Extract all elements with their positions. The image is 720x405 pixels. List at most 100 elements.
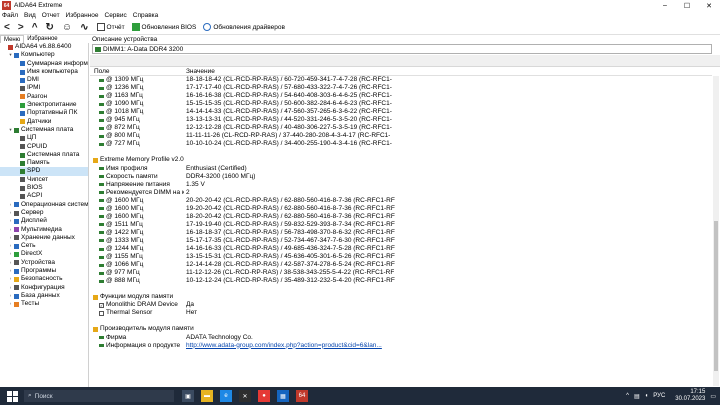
table-row[interactable]: Скорость памяти DDR4-3200 (1600 МГц) [90,173,712,181]
table-row[interactable]: Информация о продукте http://www.adata-gr… [90,342,712,350]
bios-update-button[interactable]: Обновления BIOS [131,23,196,31]
table-row[interactable]: @ 727 МГц 10-10-10-24 (CL-RCD-RP-RAS) / 3… [90,140,712,148]
menu-item-service[interactable]: Сервис [105,12,127,19]
table-row[interactable]: @ 977 МГц 11-12-12-26 (CL-RCD-RP-RAS) / 3… [90,269,712,277]
table-row[interactable]: @ 945 МГц 13-13-13-31 (CL-RCD-RP-RAS) / 4… [90,116,712,124]
tree-item[interactable]: Датчики [0,118,88,126]
menu-item-report[interactable]: Отчет [42,12,60,19]
tree-item[interactable]: Системная плата [0,151,88,159]
tree-item[interactable]: › Тесты [0,300,88,308]
windows-start-icon[interactable] [7,390,18,402]
table-row[interactable]: @ 1090 МГц 15-15-15-35 (CL-RCD-RP-RAS) / … [90,100,712,108]
table-row[interactable]: @ 1163 МГц 16-16-16-38 (CL-RCD-RP-RAS) / … [90,92,712,100]
table-row[interactable]: @ 1018 МГц 14-14-14-33 (CL-RCD-RP-RAS) / … [90,108,712,116]
tree-item[interactable]: Разгон [0,93,88,101]
task-view-icon[interactable]: ▣ [182,390,194,402]
tree-item[interactable]: › Программы [0,267,88,275]
chevron-right-icon[interactable]: › [8,201,13,209]
report-button[interactable]: Отчёт [96,23,125,31]
menu-item-help[interactable]: Справка [133,12,159,19]
table-row[interactable]: Рекомендуется DIMM на ка...2 [90,189,712,197]
tree-item[interactable]: › Устройства [0,259,88,267]
chevron-right-icon[interactable]: › [8,234,13,242]
tree-item[interactable]: BIOS [0,184,88,192]
table-row[interactable]: Напряжение питания 1.35 V [90,181,712,189]
table-row[interactable]: @ 1600 МГц 20-20-20-42 (CL-RCD-RP-RAS) / … [90,197,712,205]
tree-item[interactable]: › Мультимедиа [0,226,88,234]
chevron-right-icon[interactable]: › [8,275,13,283]
table-row[interactable]: @ 1333 МГц 15-17-17-35 (CL-RCD-RP-RAS) / … [90,237,712,245]
tab-menu[interactable]: Меню [0,35,25,43]
chevron-right-icon[interactable]: › [8,284,13,292]
menu-item-favorites[interactable]: Избранное [66,12,99,19]
chevron-right-icon[interactable]: › [8,267,13,275]
tree-item[interactable]: › DirectX [0,250,88,258]
tree-item[interactable]: › База данных [0,292,88,300]
tree-item[interactable]: › Дисплей [0,217,88,225]
splitter[interactable] [90,55,720,67]
table-row[interactable]: @ 1600 МГц 18-20-20-42 (CL-RCD-RP-RAS) / … [90,213,712,221]
tree-item[interactable]: › Конфигурация [0,284,88,292]
chevron-up-icon[interactable]: ^ [626,393,629,399]
table-row[interactable]: @ 800 МГц 11-11-11-26 (CL-RCD-RP-RAS) / 3… [90,132,712,140]
table-row[interactable]: @ 1244 МГц 14-16-16-33 (CL-RCD-RP-RAS) / … [90,245,712,253]
table-row[interactable]: @ 872 МГц 12-12-12-28 (CL-RCD-RP-RAS) / 4… [90,124,712,132]
menu-item-file[interactable]: Файл [2,12,18,19]
browser-icon[interactable]: ● [258,390,270,402]
tree-item[interactable]: › Сервер [0,209,88,217]
section-header[interactable]: Функции модуля памяти [90,293,712,301]
table-row[interactable]: @ 1422 МГц 16-18-18-37 (CL-RCD-RP-RAS) / … [90,229,712,237]
user-icon[interactable]: ☺ [62,22,72,33]
tree-item[interactable]: › Операционная система [0,201,88,209]
table-row[interactable]: Имя профиля Enthusiast (Certified) [90,165,712,173]
tree-item[interactable]: SPD [0,167,88,176]
language-indicator[interactable]: РУС [653,393,665,399]
network-icon[interactable]: ▤ [634,393,640,400]
up-icon[interactable]: ^ [32,22,38,33]
tree-item[interactable]: ЦП [0,134,88,142]
driver-update-button[interactable]: Обновления драйверов [203,23,285,31]
clock[interactable]: 17:15 30.07.2023 [670,389,705,403]
minimize-button[interactable]: – [654,0,676,11]
chevron-down-icon[interactable]: ▾ [8,126,13,134]
maximize-button[interactable]: ☐ [676,0,698,11]
table-row[interactable]: @ 1236 МГц 17-17-17-40 (CL-RCD-RP-RAS) / … [90,84,712,92]
xbox-icon[interactable]: ✕ [239,390,251,402]
chevron-right-icon[interactable]: › [8,226,13,234]
tree-item[interactable]: › Хранение данных [0,234,88,242]
table-row[interactable]: @ 1155 МГц 13-15-15-31 (CL-RCD-RP-RAS) / … [90,253,712,261]
tree-item[interactable]: IPMI [0,84,88,92]
chevron-right-icon[interactable]: › [8,242,13,250]
column-value[interactable]: Значение [184,68,215,75]
chevron-right-icon[interactable]: › [8,217,13,225]
tree-item[interactable]: Портативный ПК [0,109,88,117]
column-field[interactable]: Поле [90,68,184,75]
close-button[interactable]: ✕ [698,0,720,11]
tree-item[interactable]: CPUID [0,143,88,151]
forward-icon[interactable]: > [18,22,24,33]
tree-item[interactable]: ACPI [0,192,88,200]
product-link[interactable]: http://www.adata-group.com/index.php?act… [184,342,382,350]
section-header[interactable]: Производитель модуля памяти [90,325,712,333]
section-header[interactable]: Extreme Memory Profile v2.0 [90,156,712,164]
navigation-tree[interactable]: AIDA64 v6.88.6400 ▾ Компьютер Суммарная инф… [0,43,89,387]
tree-item[interactable]: Имя компьютера [0,68,88,76]
tree-item[interactable]: Память [0,159,88,167]
tab-favorites[interactable]: Избранное [24,35,60,43]
taskbar-search[interactable]: ⌕ Поиск [24,390,174,402]
chevron-right-icon[interactable]: › [8,300,13,308]
tree-item[interactable]: Суммарная информация [0,60,88,68]
chevron-right-icon[interactable]: › [8,209,13,217]
chevron-right-icon[interactable]: › [8,292,13,300]
back-icon[interactable]: < [4,22,10,33]
vertical-scrollbar[interactable] [713,76,719,386]
notification-icon[interactable]: ▭ [710,393,716,400]
explorer-icon[interactable]: ▬ [201,390,213,402]
table-row[interactable]: @ 888 МГц 10-12-12-24 (CL-RCD-RP-RAS) / 3… [90,277,712,285]
tree-item[interactable]: Чипсет [0,176,88,184]
tree-item[interactable]: ▾ Компьютер [0,51,88,59]
store-icon[interactable]: ▦ [277,390,289,402]
table-row[interactable]: @ 1511 МГц 17-19-19-40 (CL-RCD-RP-RAS) / … [90,221,712,229]
edge-icon[interactable]: e [220,390,232,402]
volume-icon[interactable]: ◖ [645,393,649,399]
